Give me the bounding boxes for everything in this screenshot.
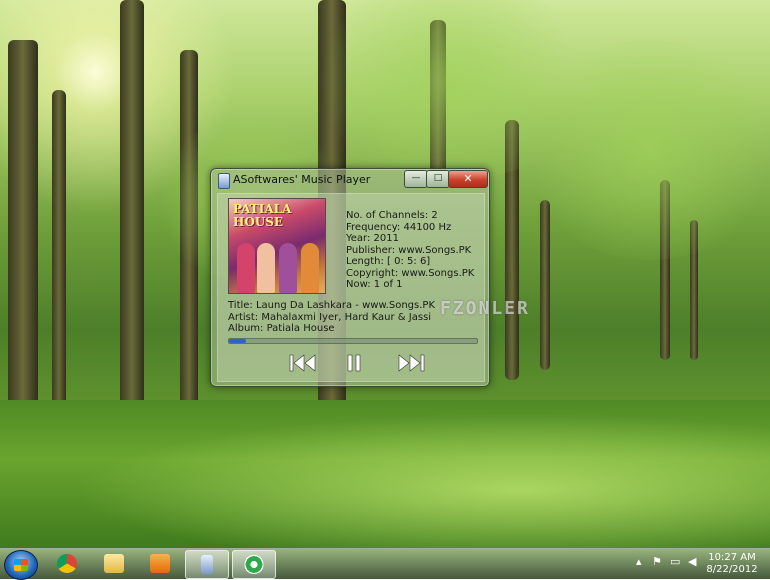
media-player-icon bbox=[150, 554, 170, 573]
taskbar-item-music-player[interactable] bbox=[185, 550, 229, 579]
length-text: Length: [ 0: 5: 6] bbox=[346, 256, 431, 267]
folder-icon bbox=[104, 554, 124, 573]
green-circle-icon bbox=[244, 555, 264, 574]
window-title: ASoftwares' Music Player bbox=[233, 173, 371, 186]
next-icon bbox=[398, 354, 425, 372]
maximize-button[interactable]: □ bbox=[426, 170, 450, 188]
player-content: PATIALA HOUSE No. of Channels: 2 Frequen… bbox=[217, 193, 528, 382]
previous-icon bbox=[289, 354, 316, 372]
album-text: Album: Patiala House bbox=[228, 323, 335, 334]
next-button[interactable] bbox=[394, 352, 428, 374]
music-player-window[interactable]: ASoftwares' Music Player — □ ✕ PATIALA H… bbox=[210, 168, 528, 387]
channels-text: No. of Channels: 2 bbox=[346, 210, 438, 221]
chrome-icon bbox=[57, 554, 77, 573]
music-player-icon bbox=[201, 555, 213, 574]
watermark: FZONLER bbox=[440, 298, 530, 319]
track-meta: Title: Laung Da Lashkara - www.Songs.PK … bbox=[228, 300, 435, 335]
minimize-button[interactable]: — bbox=[404, 170, 428, 188]
network-icon[interactable]: ▭ bbox=[670, 555, 680, 568]
track-details: No. of Channels: 2 Frequency: 44100 Hz Y… bbox=[346, 210, 474, 291]
action-center-flag-icon[interactable]: ⚑ bbox=[652, 555, 662, 568]
artist-text: Artist: Mahalaxmi Iyer, Hard Kaur & Jass… bbox=[228, 311, 432, 323]
frequency-text: Frequency: 44100 Hz bbox=[346, 221, 452, 233]
progress-fill bbox=[229, 339, 247, 343]
progress-bar[interactable] bbox=[228, 338, 478, 344]
pause-icon bbox=[347, 354, 361, 372]
title-bar[interactable]: ASoftwares' Music Player — □ ✕ bbox=[211, 169, 489, 191]
app-icon bbox=[218, 173, 230, 189]
clock-date: 8/22/2012 bbox=[706, 564, 758, 575]
taskbar: ▴ ⚑ ▭ ◀ 10:27 AM 8/22/2012 bbox=[0, 548, 770, 580]
album-art-text: PATIALA HOUSE bbox=[233, 202, 292, 229]
taskbar-item-app[interactable] bbox=[232, 550, 276, 579]
taskbar-item-chrome[interactable] bbox=[46, 550, 88, 577]
publisher-text: Publisher: www.Songs.PK bbox=[346, 244, 472, 256]
title-text: Title: Laung Da Lashkara - www.Songs.PK bbox=[228, 300, 436, 311]
now-text: Now: 1 of 1 bbox=[346, 279, 403, 290]
close-button[interactable]: ✕ bbox=[448, 170, 488, 188]
volume-icon[interactable]: ◀ bbox=[688, 555, 696, 568]
previous-button[interactable] bbox=[286, 352, 320, 374]
start-button[interactable] bbox=[4, 550, 38, 580]
year-text: Year: 2011 bbox=[346, 233, 399, 244]
album-art: PATIALA HOUSE bbox=[228, 198, 326, 294]
system-clock[interactable]: 10:27 AM 8/22/2012 bbox=[700, 552, 764, 576]
clock-time: 10:27 AM bbox=[708, 552, 756, 563]
taskbar-item-explorer[interactable] bbox=[93, 550, 135, 577]
show-hidden-icons-icon[interactable]: ▴ bbox=[636, 555, 642, 568]
pause-button[interactable] bbox=[337, 352, 371, 374]
copyright-text: Copyright: www.Songs.PK bbox=[346, 267, 475, 279]
windows-logo-icon bbox=[14, 559, 28, 571]
taskbar-item-media-player[interactable] bbox=[139, 550, 181, 577]
